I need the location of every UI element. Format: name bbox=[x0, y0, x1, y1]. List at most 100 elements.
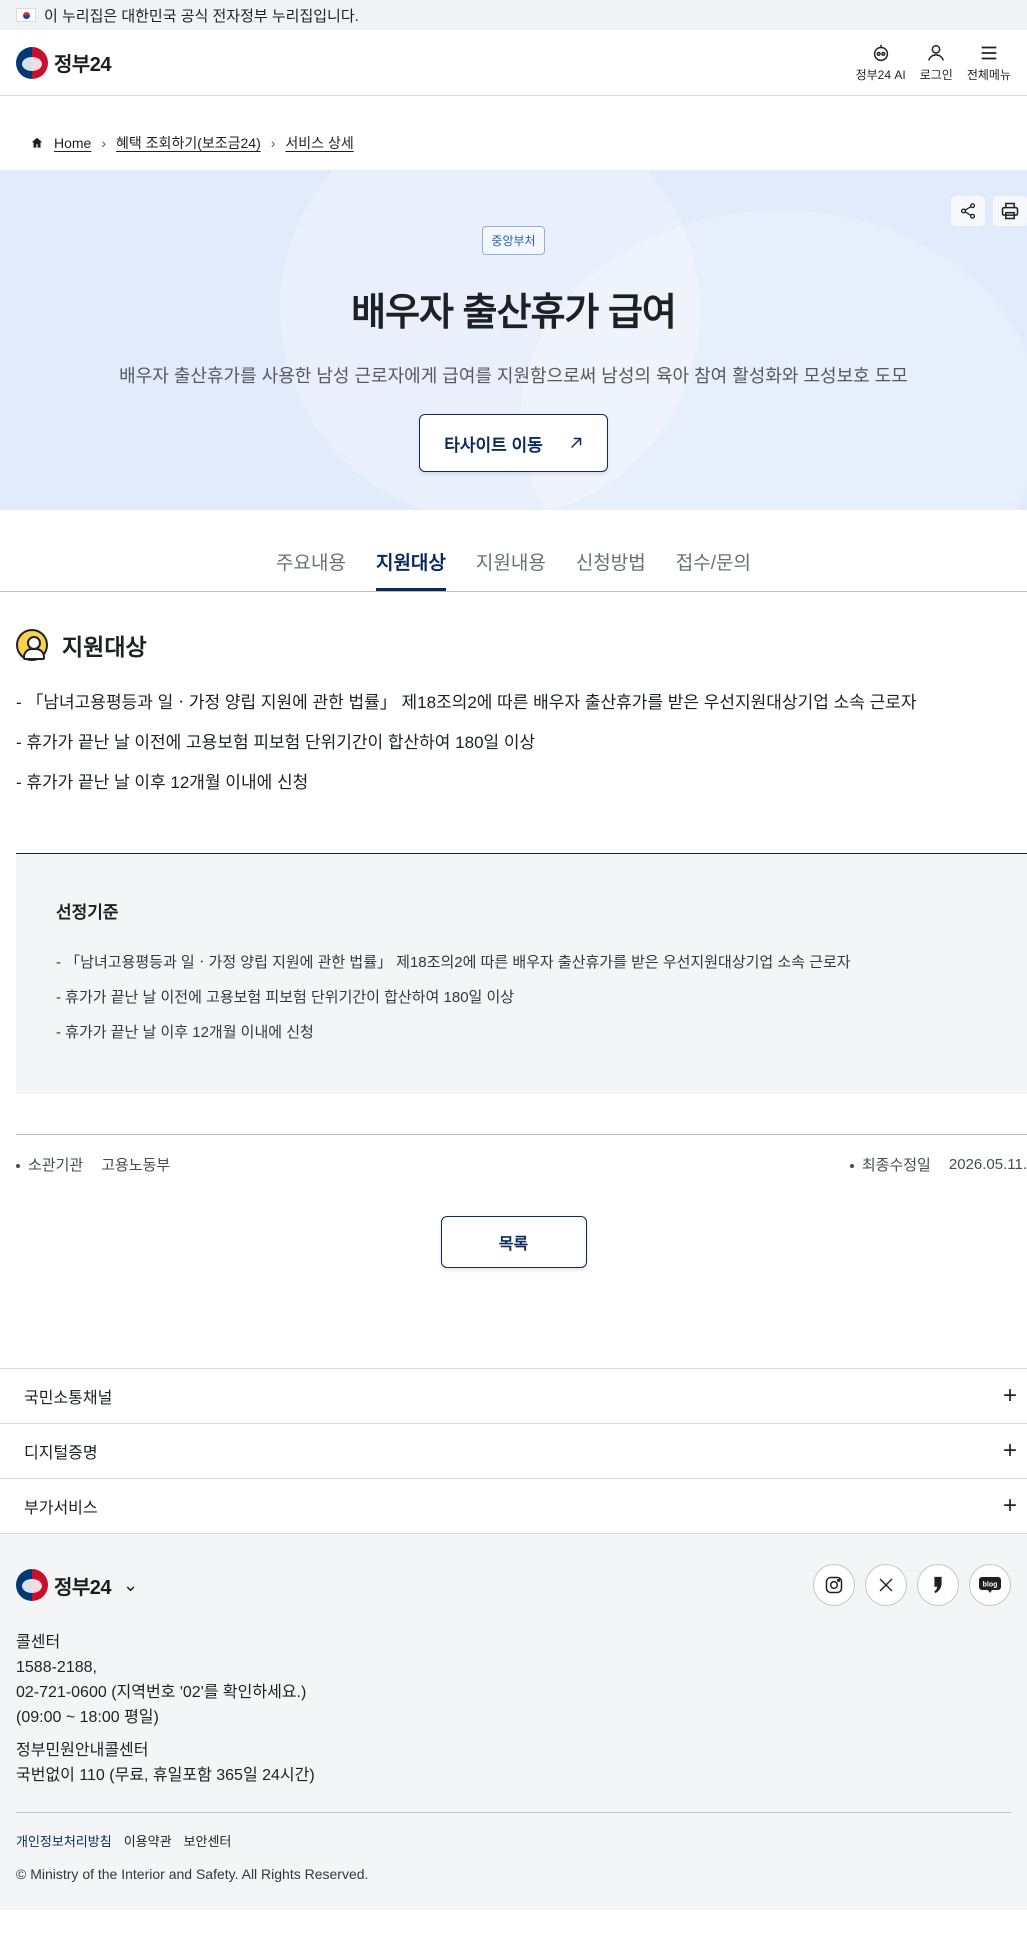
agency-label: 소관기관 bbox=[28, 1157, 84, 1174]
criteria-title: 선정기준 bbox=[56, 903, 119, 922]
criteria-list: - 「남녀고용평등과 일ㆍ가정 양립 지원에 관한 법률」 제18조의2에 따른… bbox=[56, 951, 987, 1042]
hero-tools bbox=[951, 196, 1027, 226]
terms-link[interactable]: 이용약관 bbox=[124, 1831, 172, 1850]
updated-info: 최종수정일 2026.05.11. bbox=[849, 1154, 1027, 1175]
tab-benefits[interactable]: 지원내용 bbox=[476, 548, 546, 591]
list-item: - 「남녀고용평등과 일ㆍ가정 양립 지원에 관한 법률」 제18조의2에 따른… bbox=[56, 954, 851, 971]
hamburger-icon bbox=[981, 46, 997, 60]
accordion-label: 부가서비스 bbox=[24, 1500, 98, 1517]
korea-flag-icon bbox=[16, 8, 36, 22]
kakao-icon bbox=[934, 1576, 942, 1594]
home-icon bbox=[31, 137, 43, 148]
footer-logo-text: 정부24 bbox=[54, 1576, 112, 1599]
gov-banner: 이 누리집은 대한민국 공식 전자정부 누리집입니다. bbox=[0, 0, 1027, 30]
all-menu-button[interactable]: 전체메뉴 bbox=[967, 42, 1011, 83]
print-button[interactable] bbox=[993, 196, 1027, 226]
service-description: 배우자 출산휴가를 사용한 남성 근로자에게 급여를 지원함으로써 남성의 육아… bbox=[119, 366, 908, 386]
instagram-icon bbox=[825, 1576, 843, 1594]
site-logo[interactable]: 정부24 bbox=[16, 46, 112, 79]
x-link[interactable] bbox=[865, 1564, 907, 1606]
list-item: - 휴가가 끝난 날 이전에 고용보험 피보험 단위기간이 합산하여 180일 … bbox=[16, 733, 536, 752]
footer-logo-switcher[interactable]: 정부24 ⌄ bbox=[16, 1569, 138, 1601]
plus-icon: + bbox=[1002, 1382, 1017, 1409]
list-item: - 휴가가 끝난 날 이전에 고용보험 피보험 단위기간이 합산하여 180일 … bbox=[56, 989, 515, 1006]
gov-banner-text: 이 누리집은 대한민국 공식 전자정부 누리집입니다. bbox=[44, 7, 359, 25]
updated-value: 2026.05.11. bbox=[948, 1156, 1027, 1173]
accordion-label: 국민소통채널 bbox=[24, 1390, 113, 1407]
call-center-block: 콜센터 1588-2188, 02-721-0600 (지역번호 '02'를 확… bbox=[16, 1630, 1011, 1730]
call-center-number: 1588-2188, bbox=[16, 1659, 97, 1676]
blog-link[interactable]: blog bbox=[969, 1564, 1011, 1606]
user-icon bbox=[928, 44, 945, 61]
breadcrumb-benefits[interactable]: 혜택 조회하기(보조금24) bbox=[116, 133, 261, 153]
external-site-button[interactable]: 타사이트 이동 bbox=[419, 414, 608, 472]
breadcrumb-home[interactable]: Home bbox=[54, 135, 91, 151]
plus-icon: + bbox=[1002, 1492, 1017, 1519]
list-item: - 「남녀고용평등과 일ㆍ가정 양립 지원에 관한 법률」 제18조의2에 따른… bbox=[16, 693, 917, 712]
footer-links: 개인정보처리방침 이용약관 보안센터 bbox=[16, 1812, 1011, 1850]
chevron-down-icon: ⌄ bbox=[123, 1574, 139, 1595]
blog-icon: blog bbox=[979, 1577, 1001, 1593]
petition-center-block: 정부민원안내콜센터 국번없이 110 (무료, 휴일포함 365일 24시간) bbox=[16, 1738, 1011, 1788]
agency-info: 소관기관 고용노동부 bbox=[16, 1154, 170, 1175]
plus-icon: + bbox=[1002, 1437, 1017, 1464]
kakao-link[interactable] bbox=[917, 1564, 959, 1606]
login-button[interactable]: 로그인 bbox=[920, 42, 953, 83]
tab-how-to-apply[interactable]: 신청방법 bbox=[576, 548, 646, 591]
accordion-label: 디지털증명 bbox=[24, 1445, 98, 1462]
accordion-item-extra-services[interactable]: 부가서비스 + bbox=[0, 1479, 1027, 1534]
updated-label: 최종수정일 bbox=[861, 1157, 931, 1174]
call-center-number-2: 02-721-0600 (지역번호 '02'를 확인하세요.) bbox=[16, 1684, 307, 1701]
footer-top: 정부24 ⌄ blog bbox=[16, 1564, 1011, 1606]
gov-emblem-icon bbox=[16, 1569, 48, 1601]
instagram-link[interactable] bbox=[813, 1564, 855, 1606]
eligibility-section: 지원대상 - 「남녀고용평등과 일ㆍ가정 양립 지원에 관한 법률」 제18조의… bbox=[0, 592, 1027, 793]
social-links: blog bbox=[813, 1564, 1011, 1606]
list-item: - 휴가가 끝난 날 이후 12개월 이내에 신청 bbox=[16, 773, 309, 792]
external-site-label: 타사이트 이동 bbox=[444, 435, 543, 455]
ai-button[interactable]: 정부24 AI bbox=[856, 42, 906, 83]
accordion-item-channels[interactable]: 국민소통채널 + bbox=[0, 1369, 1027, 1424]
tab-eligibility[interactable]: 지원대상 bbox=[375, 548, 446, 591]
selection-criteria-box: 선정기준 - 「남녀고용평등과 일ㆍ가정 양립 지원에 관한 법률」 제18조의… bbox=[16, 853, 1027, 1094]
bullet-icon bbox=[849, 1164, 854, 1169]
tab-contact[interactable]: 접수/문의 bbox=[676, 548, 751, 591]
section-header: 지원대상 bbox=[16, 628, 1011, 662]
petition-center-number: 국번없이 110 (무료, 휴일포함 365일 24시간) bbox=[16, 1767, 315, 1784]
site-header: 정부24 정부24 AI 로그인 전체메뉴 bbox=[0, 30, 1027, 96]
agency-value: 고용노동부 bbox=[101, 1157, 171, 1174]
share-button[interactable] bbox=[951, 196, 985, 226]
copyright: © Ministry of the Interior and Safety. A… bbox=[16, 1866, 369, 1882]
list-button[interactable]: 목록 bbox=[440, 1216, 587, 1268]
chevron-right-icon: › bbox=[101, 135, 107, 151]
bullet-icon bbox=[16, 1164, 20, 1169]
gov-emblem-icon bbox=[16, 46, 48, 79]
service-meta: 소관기관 고용노동부 최종수정일 2026.05.11. bbox=[16, 1134, 1027, 1194]
eligibility-list: - 「남녀고용평등과 일ㆍ가정 양립 지원에 관한 법률」 제18조의2에 따른… bbox=[16, 688, 1011, 793]
privacy-policy-link[interactable]: 개인정보처리방침 bbox=[16, 1831, 112, 1850]
arrow-up-right-icon bbox=[570, 437, 582, 449]
robot-icon bbox=[873, 44, 888, 62]
tab-main[interactable]: 주요내용 bbox=[276, 548, 346, 591]
breadcrumb-current[interactable]: 서비스 상세 bbox=[285, 133, 353, 153]
section-title: 지원대상 bbox=[62, 634, 147, 660]
footer-accordion: 국민소통채널 + 디지털증명 + 부가서비스 + bbox=[0, 1368, 1027, 1534]
accordion-item-digital-certificate[interactable]: 디지털증명 + bbox=[0, 1424, 1027, 1479]
share-icon bbox=[960, 203, 976, 219]
blog-icon-text: blog bbox=[983, 1582, 998, 1589]
ai-label: 정부24 AI bbox=[855, 68, 906, 82]
service-title: 배우자 출산휴가 급여 bbox=[351, 292, 677, 334]
petition-center-title: 정부민원안내콜센터 bbox=[16, 1742, 149, 1759]
person-icon bbox=[16, 629, 48, 661]
login-label: 로그인 bbox=[919, 68, 953, 82]
header-actions: 정부24 AI 로그인 전체메뉴 bbox=[856, 42, 1011, 83]
security-center-link[interactable]: 보안센터 bbox=[184, 1831, 232, 1850]
logo-text: 정부24 bbox=[54, 54, 112, 76]
site-footer: 정부24 ⌄ blog 콜센터 1588-2188, 02-721-0600 (… bbox=[0, 1534, 1027, 1910]
menu-label: 전체메뉴 bbox=[966, 68, 1011, 82]
breadcrumb: Home › 혜택 조회하기(보조금24) › 서비스 상세 bbox=[0, 96, 1027, 170]
list-button-wrap: 목록 bbox=[0, 1216, 1027, 1268]
printer-icon bbox=[1001, 202, 1019, 220]
list-item: - 휴가가 끝난 날 이후 12개월 이내에 신청 bbox=[56, 1024, 314, 1041]
call-center-hours: (09:00 ~ 18:00 평일) bbox=[16, 1709, 159, 1726]
